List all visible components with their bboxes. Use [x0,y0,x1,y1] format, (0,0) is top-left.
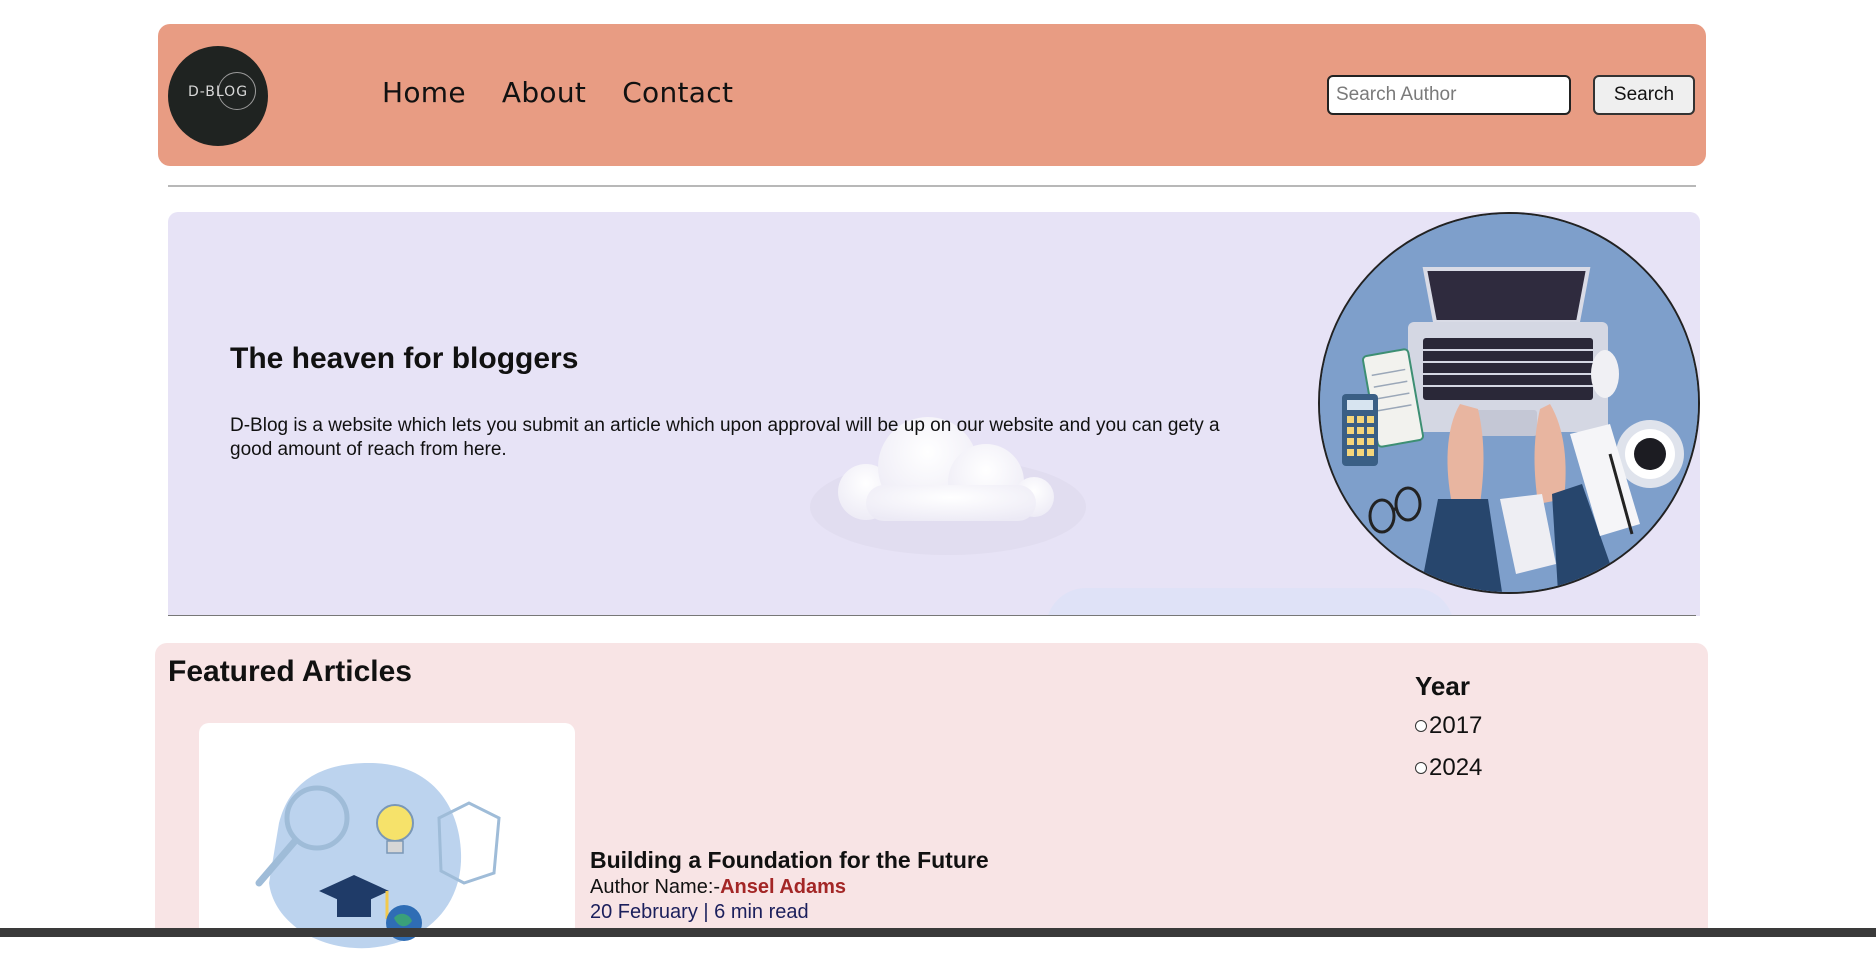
author-name[interactable]: Ansel Adams [720,876,846,898]
radio-button[interactable] [1415,762,1427,774]
bottom-edge-bar [0,928,1876,937]
main-nav: Home About Contact [382,76,733,109]
search-button[interactable]: Search [1593,75,1695,115]
radio-button[interactable] [1415,720,1427,732]
search-author-input[interactable] [1327,75,1571,115]
year-option-2024[interactable]: 2024 [1415,754,1482,782]
featured-articles-title: Featured Articles [168,655,412,688]
year-label: 2024 [1429,754,1483,781]
hero-illustration [1318,212,1700,594]
decorative-blob [1046,588,1454,616]
article-meta: 20 February | 6 min read [590,901,809,923]
nav-contact-link[interactable]: Contact [622,76,733,109]
year-filter: Year 2017 2024 [1415,671,1482,796]
hero-divider [168,615,1696,616]
logo[interactable]: D-BLOG [168,46,268,146]
nav-about-link[interactable]: About [502,76,586,109]
header-divider [168,185,1696,187]
year-label: 2017 [1429,712,1483,739]
education-illustration-icon [255,763,501,949]
logo-text: D-BLOG [187,84,249,100]
hero-title: The heaven for bloggers [230,342,579,375]
laptop-desk-icon [1320,214,1698,592]
featured-articles-section: Featured Articles Building a Foundation … [155,643,1708,953]
year-option-2017[interactable]: 2017 [1415,712,1482,740]
article-thumbnail[interactable] [199,723,575,953]
hero-description: D-Blog is a website which lets you submi… [230,415,1220,460]
article-info: Building a Foundation for the Future Aut… [590,847,989,924]
site-header: D-BLOG Home About Contact Search [158,24,1706,166]
hero-banner: The heaven for bloggers D-Blog is a webs… [168,212,1700,616]
author-label: Author Name:- [590,876,721,898]
nav-home-link[interactable]: Home [382,76,466,109]
article-title[interactable]: Building a Foundation for the Future [590,847,989,874]
article-author: Author Name:-Ansel Adams [590,876,989,899]
year-filter-title: Year [1415,671,1470,701]
